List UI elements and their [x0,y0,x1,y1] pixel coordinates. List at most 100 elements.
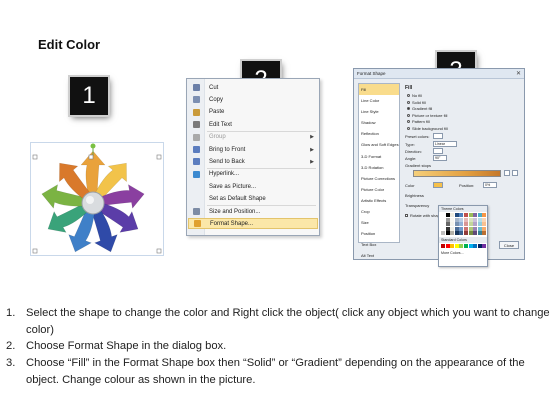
close-button[interactable]: Close [499,241,519,249]
color-swatch[interactable] [468,231,473,236]
resize-handle[interactable] [32,248,38,254]
color-swatch[interactable] [441,231,445,236]
color-swatch[interactable] [473,226,478,231]
color-swatch[interactable] [482,244,487,249]
color-swatch[interactable] [459,217,464,222]
resize-handle[interactable] [32,154,38,160]
color-swatch[interactable] [482,213,487,217]
color-swatch[interactable] [468,244,473,249]
color-swatch[interactable] [477,213,482,217]
color-swatch[interactable] [477,226,482,231]
color-swatch[interactable] [468,217,473,222]
rotate-checkbox[interactable]: Rotate with shape [405,213,442,218]
preset-colors-dropdown[interactable] [433,133,443,139]
color-swatch[interactable] [473,213,478,217]
color-swatch[interactable] [482,217,487,222]
color-swatch[interactable] [473,231,478,236]
color-swatch[interactable] [463,244,468,249]
color-swatch[interactable] [441,222,445,227]
resize-handle[interactable] [156,154,162,160]
color-swatch[interactable] [450,226,455,231]
color-swatch[interactable] [477,231,482,236]
color-swatch[interactable] [445,244,450,249]
category-picture-corrections[interactable]: Picture Corrections [359,173,399,184]
color-swatch[interactable] [463,222,468,227]
add-stop-button[interactable] [504,170,510,176]
color-swatch[interactable] [459,231,464,236]
color-swatch[interactable] [450,222,455,227]
category-alt-text[interactable]: Alt Text [359,250,399,261]
fill-option-slide-background-fill[interactable]: Slide background fill [407,126,448,131]
menu-item-copy[interactable]: Copy [188,94,318,105]
remove-stop-button[interactable] [512,170,518,176]
color-swatch[interactable] [441,226,445,231]
fill-option-pattern-fill[interactable]: Pattern fill [407,119,430,124]
color-swatch[interactable] [482,231,487,236]
menu-item-cut[interactable]: Cut [188,82,318,93]
menu-item-set-as-default-shape[interactable]: Set as Default Shape [188,194,318,205]
menu-item-save-as-picture[interactable]: Save as Picture... [188,181,318,192]
color-swatch[interactable] [473,244,478,249]
color-swatch[interactable] [477,217,482,222]
menu-item-hyperlink[interactable]: Hyperlink... [188,169,318,180]
menu-item-send-to-back[interactable]: Send to Back ▶ [188,156,318,167]
category-picture-color[interactable]: Picture Color [359,184,399,195]
color-swatch[interactable] [459,222,464,227]
category-crop[interactable]: Crop [359,206,399,217]
category-shadow[interactable]: Shadow [359,117,399,128]
color-swatch[interactable] [441,244,445,249]
color-swatch[interactable] [468,213,473,217]
angle-field[interactable]: 90° [433,155,447,161]
color-swatch[interactable] [454,222,459,227]
color-swatch[interactable] [454,244,459,249]
color-swatch[interactable] [441,217,445,222]
fill-option-no-fill[interactable]: No fill [407,93,422,98]
menu-item-bring-to-front[interactable]: Bring to Front ▶ [188,144,318,155]
category-3-d-format[interactable]: 3-D Format [359,151,399,162]
selected-shape-frame[interactable] [30,142,164,256]
color-swatch[interactable] [445,231,450,236]
color-swatch[interactable] [459,244,464,249]
color-swatch[interactable] [482,226,487,231]
menu-item-paste[interactable]: Paste [188,107,318,118]
color-swatch[interactable] [477,222,482,227]
resize-handle[interactable] [156,248,162,254]
menu-item-size-and-position[interactable]: Size and Position... [188,206,318,217]
pinwheel-arrows-shape[interactable] [31,143,165,257]
fill-option-picture-or-texture-fill[interactable]: Picture or texture fill [407,113,447,118]
category-artistic-effects[interactable]: Artistic Effects [359,195,399,206]
category-reflection[interactable]: Reflection [359,128,399,139]
color-swatch[interactable] [473,217,478,222]
resize-handle[interactable] [88,154,94,160]
color-swatch[interactable] [463,226,468,231]
category-fill[interactable]: Fill [359,84,399,96]
color-swatch[interactable] [445,217,450,222]
color-swatch[interactable] [468,222,473,227]
color-swatch[interactable] [454,226,459,231]
category-line-style[interactable]: Line Style [359,106,399,117]
color-picker-button[interactable] [433,182,443,188]
color-swatch[interactable] [454,217,459,222]
color-swatch[interactable] [459,226,464,231]
fill-option-solid-fill[interactable]: Solid fill [407,100,426,105]
color-swatch[interactable] [463,231,468,236]
color-swatch[interactable] [454,231,459,236]
direction-dropdown[interactable] [433,148,443,154]
color-swatch[interactable] [450,213,455,217]
close-icon[interactable]: ✕ [516,70,521,77]
color-swatch[interactable] [445,213,450,217]
menu-item-group[interactable]: Group ▶ [188,132,318,143]
color-swatch[interactable] [463,217,468,222]
menu-item-format-shape[interactable]: Format Shape... [188,218,318,230]
category-3-d-rotation[interactable]: 3-D Rotation [359,162,399,173]
category-size[interactable]: Size [359,217,399,228]
color-swatch[interactable] [450,217,455,222]
more-colors-link[interactable]: More Colors... [439,250,487,257]
category-position[interactable]: Position [359,228,399,239]
color-swatch[interactable] [450,231,455,236]
category-text-box[interactable]: Text Box [359,239,399,250]
color-swatch[interactable] [468,226,473,231]
color-swatch[interactable] [459,213,464,217]
category-line-color[interactable]: Line Color [359,95,399,106]
color-swatch[interactable] [445,226,450,231]
